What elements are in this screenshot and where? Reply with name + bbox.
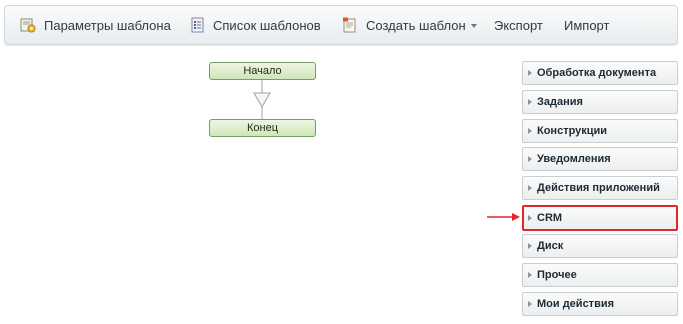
panel-item-app-actions[interactable]: Действия приложений: [522, 176, 678, 200]
panel-item-label: Диск: [537, 240, 564, 252]
panel-item-document-processing[interactable]: Обработка документа: [522, 61, 678, 85]
panel-item-my-actions[interactable]: Мои действия: [522, 292, 678, 316]
panel-item-other[interactable]: Прочее: [522, 263, 678, 287]
expand-arrow-icon: [528, 99, 532, 105]
panel-item-constructions[interactable]: Конструкции: [522, 119, 678, 143]
expand-arrow-icon: [528, 215, 532, 221]
start-node[interactable]: Начало: [209, 62, 316, 80]
panel-item-label: Прочее: [537, 269, 577, 281]
expand-arrow-icon: [528, 272, 532, 278]
expand-arrow-icon: [528, 301, 532, 307]
panel-item-notifications[interactable]: Уведомления: [522, 147, 678, 171]
expand-arrow-icon: [528, 156, 532, 162]
expand-arrow-icon: [528, 243, 532, 249]
expand-arrow-icon: [528, 128, 532, 134]
panel-item-label: Действия приложений: [537, 182, 660, 194]
panel-item-label: Уведомления: [537, 153, 611, 165]
panel-item-tasks[interactable]: Задания: [522, 90, 678, 114]
pointer-arrow-icon: [487, 213, 520, 221]
expand-arrow-icon: [528, 70, 532, 76]
end-node[interactable]: Конец: [209, 119, 316, 137]
panel-item-crm[interactable]: CRM: [522, 205, 678, 231]
panel-item-label: Обработка документа: [537, 67, 657, 79]
panel-item-label: Конструкции: [537, 125, 608, 137]
panel-item-label: Мои действия: [537, 298, 615, 310]
panel-item-label: Задания: [537, 96, 583, 108]
panel-item-disk[interactable]: Диск: [522, 234, 678, 258]
page: Параметры шаблона Список шаблонов Создат…: [0, 0, 683, 324]
panel-item-label: CRM: [537, 212, 563, 224]
expand-arrow-icon: [528, 185, 532, 191]
